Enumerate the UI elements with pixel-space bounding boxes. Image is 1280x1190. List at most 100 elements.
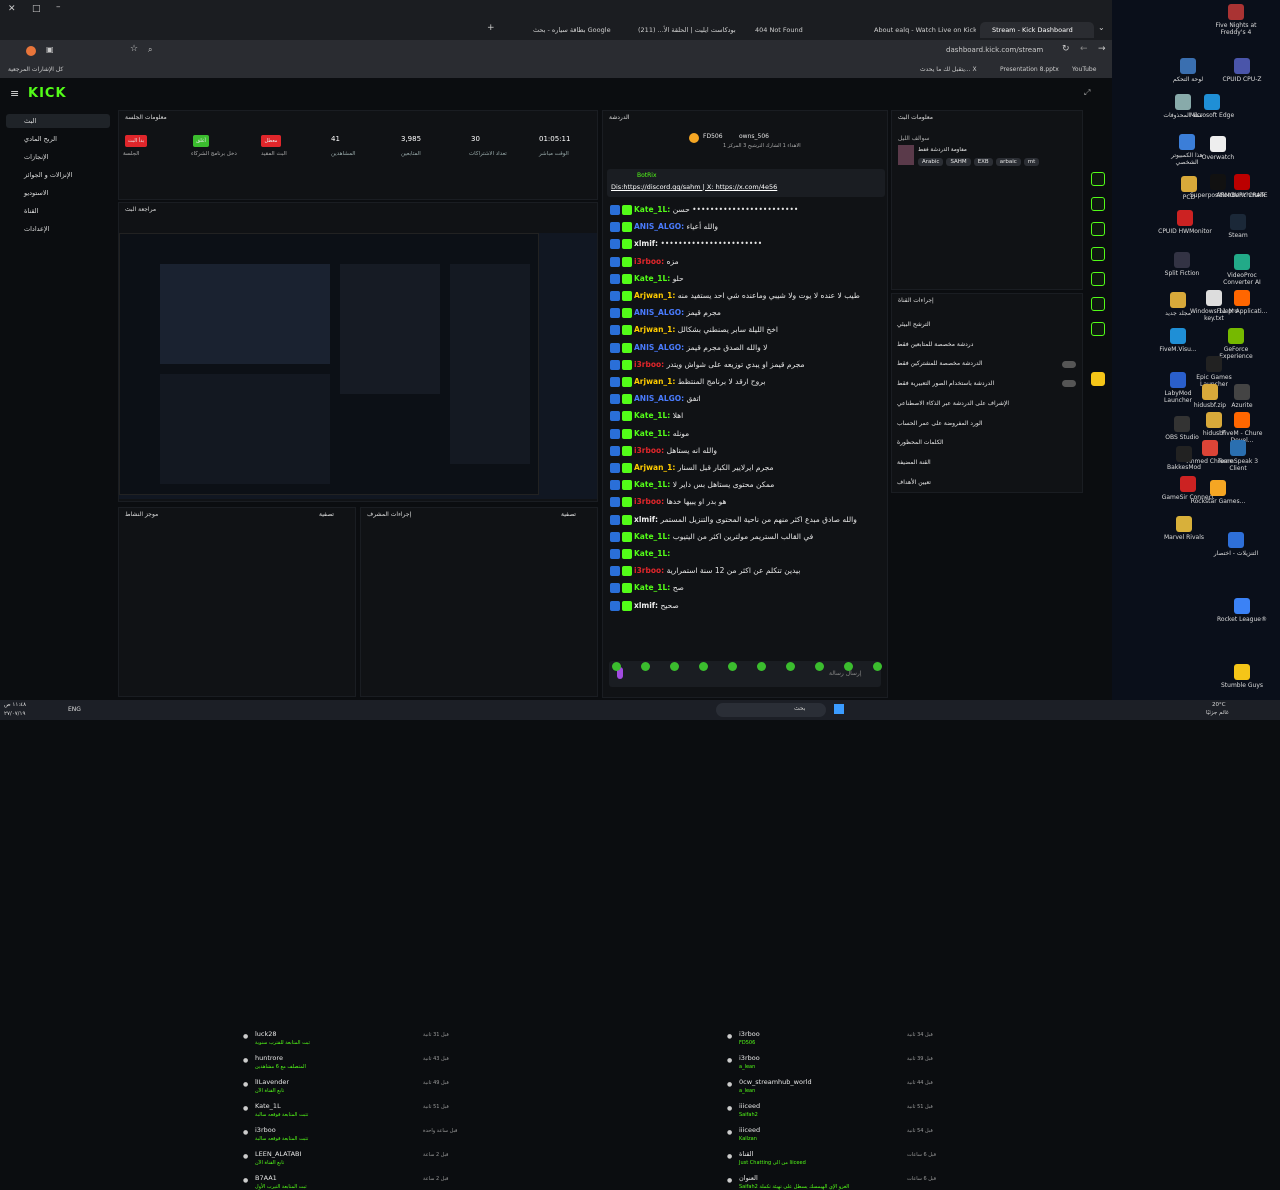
chat-username[interactable]: Arjwan_1: [634,325,675,334]
chat-message[interactable]: i3rboo: مزه [610,254,880,270]
desktop-icon[interactable]: التنزيلات - اختصار [1208,532,1264,557]
chat-message[interactable]: Arjwan_1: مجرم ايرلايير الكبار قبل السنا… [610,460,880,476]
desktop-icon[interactable]: FiveM.Visu... [1150,328,1206,353]
all-bookmarks-link[interactable]: كل الإشارات المرجعية [8,66,63,73]
address-bar[interactable]: dashboard.kick.com/stream [946,46,1043,54]
chat-username[interactable]: Arjwan_1: [634,463,675,472]
tab-404[interactable]: 404 Not Found [745,22,855,38]
event-user[interactable]: i3rboo [739,1030,760,1038]
event-user[interactable]: LEEN_ALATABI [255,1150,301,1158]
language-indicator[interactable]: ENG [68,706,81,713]
chat-message[interactable]: ANIS_ALGO: والله أعياء [610,219,880,235]
chat-username[interactable]: ANIS_ALGO: [634,308,684,317]
reload-icon[interactable]: ↻ [1062,44,1070,54]
desktop-icon[interactable]: Marvel Rivals [1156,516,1212,541]
collapse-icon[interactable]: ⤢ [1084,88,1090,98]
stream-status-button[interactable]: بدأ البث [125,135,147,147]
chat-message[interactable]: ANIS_ALGO: مجرم قيمز [610,305,880,321]
start-icon[interactable] [834,704,844,714]
side-tool-button[interactable] [1091,222,1105,236]
channel-action-item[interactable]: دردشة مخصصة للمتابعين فقط [893,338,1083,352]
profile-icon[interactable] [26,46,36,56]
emote-icon[interactable] [641,662,650,671]
chat-message[interactable]: i3rboo: بيدين تتكلم عن اكثر من 12 سنة اس… [610,563,880,579]
tab-ealq[interactable]: About ealq - Watch Live on Kick [858,22,976,38]
chat-username[interactable]: Kate_1L: [634,205,670,214]
side-tool-button[interactable] [1091,297,1105,311]
desktop-icon[interactable]: FiveM Applicati... [1214,290,1270,315]
chat-username[interactable]: Kate_1L: [634,549,670,558]
sidebar-item-studio[interactable]: الاستوديو [6,186,110,200]
desktop-icon[interactable]: BakkesMod [1156,446,1212,471]
tab-podcast[interactable]: بودكاست ايليت | الحلقة الأ... (211) [628,22,743,38]
side-tool-button[interactable] [1091,272,1105,286]
new-tab-button[interactable]: + [487,23,495,33]
subscribers-only-toggle[interactable] [1062,361,1076,368]
event-user[interactable]: lILavender [255,1078,289,1086]
chat-message[interactable]: i3rboo: مجرم قيمز او يبدي توزيعه على شوا… [610,357,880,373]
sidebar-item-drops[interactable]: الإنزالات و الجوائز [6,168,110,182]
desktop-icon[interactable]: Microsoft Edge [1184,94,1240,119]
emote-icon[interactable] [873,662,882,671]
mod-filter-button[interactable]: تصفية [561,511,576,518]
sidebar-item-channel[interactable]: القناة [6,204,110,218]
desktop-icon[interactable]: TeamSpeak 3 Client [1210,440,1266,472]
emote-icon[interactable] [815,662,824,671]
minimize-icon[interactable]: – [56,2,61,12]
chat-username[interactable]: i3rboo: [634,360,664,369]
chat-message[interactable]: Kate_1L: اهلا [610,408,880,424]
channel-action-item[interactable]: تعيين الأهداف [893,476,1083,490]
side-tool-button[interactable] [1091,172,1105,186]
back-icon[interactable]: ← [1080,44,1088,54]
pinned-user-1[interactable]: FD506 [703,133,723,140]
tab-google[interactable]: بطاقة سياره - بحث Google [505,22,625,38]
chat-username[interactable]: ANIS_ALGO: [634,222,684,231]
desktop-icon[interactable]: VideoProc Converter AI [1214,254,1270,286]
chat-message[interactable]: xlmif: والله صادق مبدع اكثر منهم من ناحي… [610,512,880,528]
kick-logo[interactable]: KICK [28,86,67,101]
event-user[interactable]: iiiceed [739,1126,760,1134]
event-user[interactable]: iiiceed [739,1102,760,1110]
chat-message[interactable]: Kate_1L: في القالب الستريمر مولترين اكثر… [610,529,880,545]
chat-username[interactable]: ANIS_ALGO: [634,394,684,403]
chat-username[interactable]: i3rboo: [634,446,664,455]
chat-message[interactable]: Kate_1L: حسن •••••••••••••••••••••••• [610,202,880,218]
emote-icon[interactable] [728,662,737,671]
chat-message[interactable]: xlmif: ••••••••••••••••••••••• [610,236,880,252]
chat-username[interactable]: Arjwan_1: [634,377,675,386]
emote-icon[interactable] [670,662,679,671]
desktop-icon[interactable]: Stumble Guys [1214,664,1270,689]
chat-username[interactable]: Kate_1L: [634,429,670,438]
desktop-icon[interactable]: لوحة التحكم [1160,58,1216,83]
zoom-icon[interactable]: ⌕ [148,45,152,55]
emote-icon[interactable] [757,662,766,671]
chat-message[interactable]: i3rboo: والله انه يستاهل [610,443,880,459]
desktop-icon[interactable]: Rocket League® [1214,598,1270,623]
channel-action-item[interactable]: الدردشة باستخدام الصور التعبيرية فقط [893,377,1083,391]
tab-kick-dashboard[interactable]: Stream - Kick Dashboard [980,22,1094,38]
forward-icon[interactable]: → [1098,44,1106,54]
side-tool-button[interactable] [1091,247,1105,261]
chat-username[interactable]: Kate_1L: [634,480,670,489]
channel-action-item[interactable]: القنة المضيفة [893,456,1083,470]
bookmark-presentation[interactable]: Presentation 8.pptx [1000,66,1059,73]
event-user[interactable]: العنوان [739,1174,758,1182]
chat-username[interactable]: Kate_1L: [634,532,670,541]
chat-username[interactable]: Kate_1L: [634,274,670,283]
event-user[interactable]: luck28 [255,1030,277,1038]
chat-username[interactable]: i3rboo: [634,566,664,575]
chat-message[interactable]: ANIS_ALGO: اتفق [610,391,880,407]
event-user[interactable]: i3rboo [739,1054,760,1062]
close-icon[interactable]: ✕ [8,4,16,14]
activity-filter-button[interactable]: تصفية [319,511,334,518]
channel-action-item[interactable]: الكلمات المحظورة [893,436,1083,450]
sidebar-toggle-icon[interactable]: ▣ [46,45,54,54]
side-tool-button[interactable] [1091,322,1105,336]
channel-action-item[interactable]: الورد المفروضة على عمر الحساب [893,417,1083,431]
desktop-icon[interactable]: Five Nights at Freddy's 4 [1208,4,1264,36]
taskbar-date[interactable]: ٢٧/٠٧/١٩ [4,711,25,717]
menu-icon[interactable]: ≡ [10,87,19,100]
pinned-message-text[interactable]: Dis:https://discord.gg/sahm | X: https:/… [611,183,777,191]
chat-username[interactable]: Kate_1L: [634,583,670,592]
taskbar-time[interactable]: ١١:٤٨ ص [4,702,26,708]
